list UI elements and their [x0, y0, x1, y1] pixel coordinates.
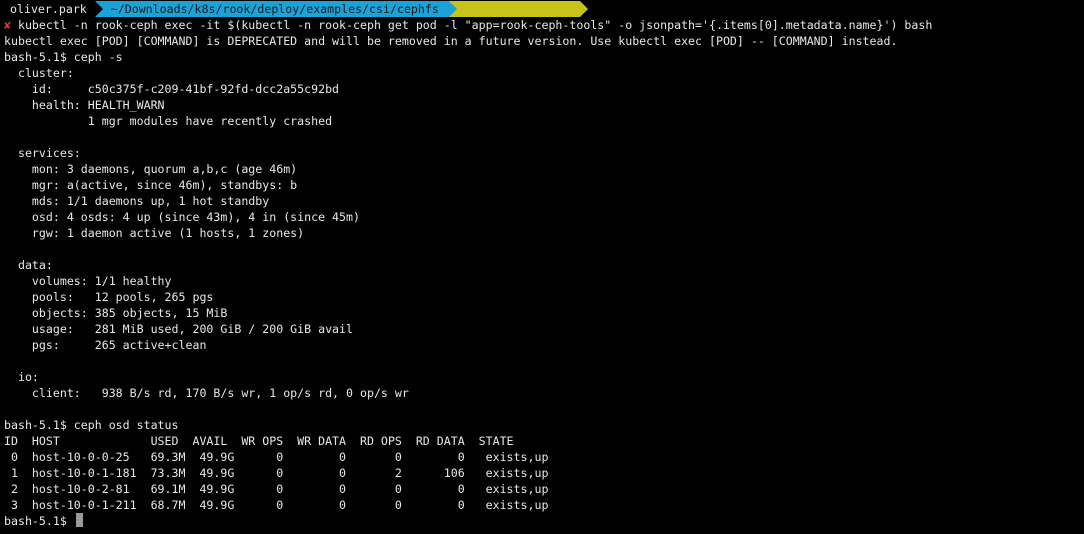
- prompt-separator-icon: [94, 1, 103, 17]
- shell-prompt: oliver.park ~/Downloads/k8s/rook/deploy/…: [0, 1, 588, 32]
- command-text: kubectl -n rook-ceph exec -it $(kubectl …: [10, 18, 933, 32]
- output-line: mon: 3 daemons, quorum a,b,c (age 46m): [4, 162, 298, 176]
- command-line: ✘ kubectl -n rook-ceph exec -it $(kubect…: [4, 17, 932, 33]
- prompt-end-icon: [579, 1, 588, 17]
- prompt-git-segment: ᚠ master ±: [456, 1, 580, 32]
- output-line: services:: [4, 146, 81, 160]
- output-line: mgr: a(active, since 46m), standbys: b: [4, 178, 298, 192]
- output-line: kubectl exec [POD] [COMMAND] is DEPRECAT…: [4, 34, 898, 48]
- terminal-window[interactable]: oliver.park ~/Downloads/k8s/rook/deploy/…: [0, 0, 1084, 534]
- output-line: health: HEALTH_WARN: [4, 98, 165, 112]
- active-prompt: bash-5.1$: [4, 514, 67, 528]
- output-line: osd: 4 osds: 4 up (since 43m), 4 in (sin…: [4, 210, 360, 224]
- error-status-icon: ✘: [4, 18, 11, 32]
- output-line: io:: [4, 370, 39, 384]
- output-line: cluster:: [4, 66, 74, 80]
- output-line: objects: 385 objects, 15 MiB: [4, 306, 228, 320]
- output-line: bash-5.1$ ceph osd status: [4, 418, 179, 432]
- output-line: bash-5.1$ ceph -s: [4, 50, 123, 64]
- prompt-user: oliver.park: [0, 1, 95, 17]
- text-cursor: [75, 513, 83, 527]
- table-row: 2 host-10-0-2-81 69.1M 49.9G 0 0 0 0 exi…: [4, 482, 549, 496]
- output-line: pgs: 265 active+clean: [4, 338, 207, 352]
- output-line: id: c50c375f-c209-41bf-92fd-dcc2a55c92bd: [4, 82, 340, 96]
- prompt-separator-icon: [448, 1, 457, 17]
- output-line: volumes: 1/1 healthy: [4, 274, 172, 288]
- table-row: 1 host-10-0-1-181 73.3M 49.9G 0 0 2 106 …: [4, 466, 549, 480]
- output-line: usage: 281 MiB used, 200 GiB / 200 GiB a…: [4, 322, 354, 336]
- output-line: 1 mgr modules have recently crashed: [4, 114, 333, 128]
- output-line: data:: [4, 258, 53, 272]
- table-row: 3 host-10-0-1-211 68.7M 49.9G 0 0 0 0 ex…: [4, 498, 549, 512]
- active-prompt-line[interactable]: bash-5.1$: [4, 513, 83, 529]
- table-row: 0 host-10-0-0-25 69.3M 49.9G 0 0 0 0 exi…: [4, 450, 549, 464]
- table-header: ID HOST USED AVAIL WR OPS WR DATA RD OPS…: [4, 434, 514, 448]
- prompt-path: ~/Downloads/k8s/rook/deploy/examples/csi…: [102, 1, 449, 17]
- output-line: mds: 1/1 daemons up, 1 hot standby: [4, 194, 270, 208]
- output-line: client: 938 B/s rd, 170 B/s wr, 1 op/s r…: [4, 386, 409, 400]
- output-line: rgw: 1 daemon active (1 hosts, 1 zones): [4, 226, 305, 240]
- output-line: pools: 12 pools, 265 pgs: [4, 290, 214, 304]
